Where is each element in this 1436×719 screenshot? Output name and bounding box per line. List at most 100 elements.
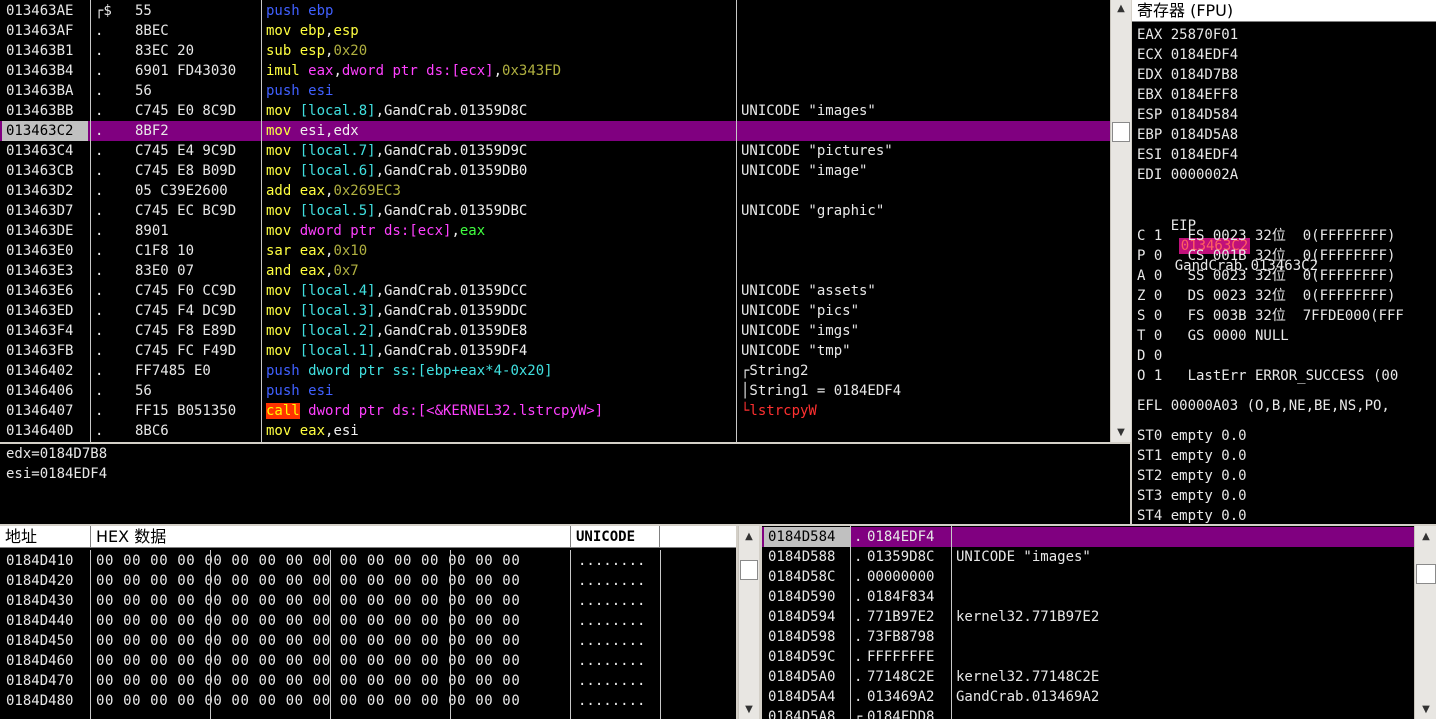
- scroll-down-icon[interactable]: ▼: [1111, 424, 1131, 442]
- dump-row[interactable]: 0184D470 00 00 00 00 00 00 00 00 00 00 00…: [0, 671, 736, 691]
- stack-address[interactable]: 0184D590: [768, 587, 850, 607]
- stack-row[interactable]: 0184D598. 73FB8798: [762, 627, 1414, 647]
- stack-value[interactable]: 00000000: [867, 567, 951, 587]
- disasm-row[interactable]: 013463C4. C745 E4 9C9D mov [local.7],GandC…: [0, 141, 1110, 161]
- disasm-row[interactable]: 013463AF. 8BEC mov ebp,esp: [0, 21, 1110, 41]
- dump-bytes[interactable]: 00 00 00 00 00 00 00 00 00 00 00 00 00 0…: [96, 671, 570, 691]
- disasm-instruction[interactable]: sar eax,0x10: [266, 241, 734, 261]
- stack-value[interactable]: 0184F834: [867, 587, 951, 607]
- dump-header-unicode[interactable]: UNICODE: [571, 526, 660, 548]
- disasm-address[interactable]: 013463D7: [6, 201, 90, 221]
- disasm-instruction[interactable]: mov [local.2],GandCrab.01359DE8: [266, 321, 734, 341]
- disasm-address[interactable]: 013463B4: [6, 61, 90, 81]
- dump-row[interactable]: 0184D450 00 00 00 00 00 00 00 00 00 00 00…: [0, 631, 736, 651]
- disasm-instruction[interactable]: imul eax,dword ptr ds:[ecx],0x343FD: [266, 61, 734, 81]
- disasm-instruction[interactable]: and eax,0x7: [266, 261, 734, 281]
- disasm-row[interactable]: 013463AE ┌$ 55 push ebp: [0, 1, 1110, 21]
- disasm-address[interactable]: 013463AF: [6, 21, 90, 41]
- disasm-instruction[interactable]: mov esi,edx: [266, 121, 734, 141]
- stack-row[interactable]: 0184D5A0. 77148C2E kernel32.77148C2E: [762, 667, 1414, 687]
- dump-unicode[interactable]: ........: [578, 631, 660, 651]
- disasm-address[interactable]: 013463D2: [6, 181, 90, 201]
- stack-address[interactable]: 0184D58C: [768, 567, 850, 587]
- disasm-row[interactable]: 01346402. FF7485 E0 push dword ptr ss:[ebp…: [0, 361, 1110, 381]
- flag-row[interactable]: T 0 GS 0000 NULL: [1137, 326, 1436, 346]
- dump-row[interactable]: 0184D430 00 00 00 00 00 00 00 00 00 00 00…: [0, 591, 736, 611]
- disassembly-pane[interactable]: 013463AE ┌$ 55 push ebp 013463AF. 8BEC mov ebp…: [0, 0, 1110, 442]
- disasm-row[interactable]: 013463D7. C745 EC BC9D mov [local.5],GandC…: [0, 201, 1110, 221]
- disasm-row[interactable]: 013463E6. C745 F0 CC9D mov [local.4],GandC…: [0, 281, 1110, 301]
- register-row[interactable]: EBX 0184EFF8: [1137, 85, 1427, 105]
- disasm-instruction[interactable]: mov eax,esi: [266, 421, 734, 441]
- dump-bytes[interactable]: 00 00 00 00 00 00 00 00 00 00 00 00 00 0…: [96, 611, 570, 631]
- stack-value[interactable]: FFFFFFFE: [867, 647, 951, 667]
- disasm-instruction[interactable]: push esi: [266, 81, 734, 101]
- stack-address[interactable]: 0184D5A8: [768, 707, 850, 719]
- scroll-up-icon[interactable]: ▲: [1111, 0, 1131, 18]
- dump-address[interactable]: 0184D480: [6, 691, 90, 711]
- disasm-address[interactable]: 01346407: [6, 401, 90, 421]
- disasm-row[interactable]: 013463E0. C1F8 10 sar eax,0x10: [0, 241, 1110, 261]
- scroll-thumb[interactable]: [1112, 122, 1130, 142]
- fpu-row[interactable]: ST1 empty 0.0: [1137, 446, 1427, 466]
- disasm-instruction[interactable]: push ebp: [266, 1, 734, 21]
- dump-unicode[interactable]: ........: [578, 671, 660, 691]
- stack-address[interactable]: 0184D5A0: [768, 667, 850, 687]
- stack-address[interactable]: 0184D598: [768, 627, 850, 647]
- disasm-address[interactable]: 013463F4: [6, 321, 90, 341]
- disasm-row[interactable]: 013463B4. 6901 FD43030 imul eax,dword ptr …: [0, 61, 1110, 81]
- stack-address[interactable]: 0184D594: [768, 607, 850, 627]
- dump-unicode[interactable]: ........: [578, 571, 660, 591]
- stack-row[interactable]: 0184D59C. FFFFFFFE: [762, 647, 1414, 667]
- dump-address[interactable]: 0184D460: [6, 651, 90, 671]
- disasm-row[interactable]: 01346406. 56 push esi │String1 = 0184EDF4: [0, 381, 1110, 401]
- flag-row[interactable]: P 0 CS 001B 32位 0(FFFFFFFF): [1137, 246, 1436, 266]
- disasm-row[interactable]: 013463BA. 56 push esi: [0, 81, 1110, 101]
- dump-unicode[interactable]: ........: [578, 591, 660, 611]
- dump-scrollbar[interactable]: ▲ ▼: [738, 526, 759, 719]
- dump-address[interactable]: 0184D440: [6, 611, 90, 631]
- dump-address[interactable]: 0184D420: [6, 571, 90, 591]
- stack-address[interactable]: 0184D59C: [768, 647, 850, 667]
- disasm-address[interactable]: 013463CB: [6, 161, 90, 181]
- flag-row[interactable]: A 0 SS 0023 32位 0(FFFFFFFF): [1137, 266, 1436, 286]
- register-row[interactable]: EAX 25870F01: [1137, 25, 1427, 45]
- stack-row[interactable]: 0184D5A4. 013469A2 GandCrab.013469A2: [762, 687, 1414, 707]
- dump-unicode[interactable]: ........: [578, 551, 660, 571]
- flag-row[interactable]: O 1 LastErr ERROR_SUCCESS (00: [1137, 366, 1436, 386]
- fpu-row[interactable]: ST4 empty 0.0: [1137, 506, 1427, 524]
- disasm-row[interactable]: 013463BB. C745 E0 8C9D mov [local.8],GandC…: [0, 101, 1110, 121]
- disasm-address[interactable]: 01346406: [6, 381, 90, 401]
- scroll-up-icon[interactable]: ▲: [739, 528, 759, 546]
- dump-address[interactable]: 0184D470: [6, 671, 90, 691]
- stack-value[interactable]: 771B97E2: [867, 607, 951, 627]
- disasm-address[interactable]: 013463BB: [6, 101, 90, 121]
- disasm-address[interactable]: 013463FB: [6, 341, 90, 361]
- disasm-address[interactable]: 013463DE: [6, 221, 90, 241]
- flag-row[interactable]: C 1 ES 0023 32位 0(FFFFFFFF): [1137, 226, 1436, 246]
- dump-row[interactable]: 0184D410 00 00 00 00 00 00 00 00 00 00 00…: [0, 551, 736, 571]
- disasm-row[interactable]: 013463DE. 8901 mov dword ptr ds:[ecx],eax: [0, 221, 1110, 241]
- stack-value[interactable]: 73FB8798: [867, 627, 951, 647]
- disasm-address[interactable]: 013463AE: [6, 1, 90, 21]
- disasm-instruction[interactable]: mov [local.7],GandCrab.01359D9C: [266, 141, 734, 161]
- disasm-address[interactable]: 013463E3: [6, 261, 90, 281]
- disasm-instruction[interactable]: mov [local.6],GandCrab.01359DB0: [266, 161, 734, 181]
- disasm-row[interactable]: 013463E3. 83E0 07 and eax,0x7: [0, 261, 1110, 281]
- stack-row[interactable]: 0184D590. 0184F834: [762, 587, 1414, 607]
- dump-bytes[interactable]: 00 00 00 00 00 00 00 00 00 00 00 00 00 0…: [96, 591, 570, 611]
- fpu-row[interactable]: ST2 empty 0.0: [1137, 466, 1427, 486]
- stack-address[interactable]: 0184D5A4: [768, 687, 850, 707]
- dump-address[interactable]: 0184D430: [6, 591, 90, 611]
- scroll-down-icon[interactable]: ▼: [1415, 701, 1436, 719]
- register-row[interactable]: EBP 0184D5A8: [1137, 125, 1427, 145]
- disasm-instruction[interactable]: mov [local.3],GandCrab.01359DDC: [266, 301, 734, 321]
- disasm-row[interactable]: 013463FB. C745 FC F49D mov [local.1],GandC…: [0, 341, 1110, 361]
- scroll-thumb[interactable]: [740, 560, 758, 580]
- fpu-row[interactable]: ST3 empty 0.0: [1137, 486, 1427, 506]
- disasm-instruction[interactable]: sub esp,0x20: [266, 41, 734, 61]
- disasm-instruction[interactable]: mov ebp,esp: [266, 21, 734, 41]
- fpu-row[interactable]: ST0 empty 0.0: [1137, 426, 1427, 446]
- dump-bytes[interactable]: 00 00 00 00 00 00 00 00 00 00 00 00 00 0…: [96, 631, 570, 651]
- flag-row[interactable]: D 0: [1137, 346, 1436, 366]
